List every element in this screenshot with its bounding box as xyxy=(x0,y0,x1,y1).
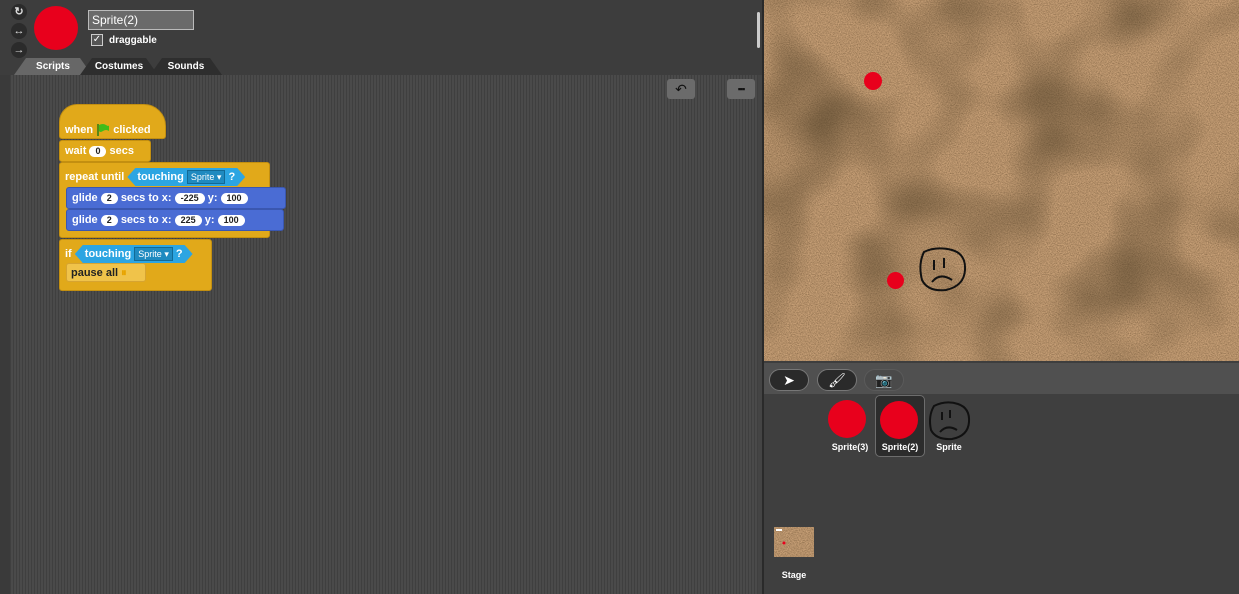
glide-secs-input[interactable]: 2 xyxy=(100,214,118,226)
when-flag-clicked-block[interactable]: when clicked xyxy=(59,104,166,139)
glide-y-input[interactable]: 100 xyxy=(217,214,245,226)
rotate-icon[interactable]: ↻ xyxy=(11,4,27,20)
dropdown-value: Sprite xyxy=(190,172,215,182)
sprite-dropdown[interactable]: Sprite ▾ xyxy=(187,170,226,184)
sprite-thumbnail xyxy=(828,400,866,438)
green-flag-icon xyxy=(97,124,110,136)
block-text: clicked xyxy=(113,123,151,136)
keyboard-icon[interactable]: ▪▪▪ xyxy=(727,79,755,99)
glide-x-input[interactable]: -225 xyxy=(174,192,205,204)
draggable-label: draggable xyxy=(109,35,157,46)
block-text: touching xyxy=(84,247,132,260)
block-text: y: xyxy=(204,214,215,226)
block-text: secs to x: xyxy=(120,192,172,204)
glide-x-input[interactable]: 225 xyxy=(174,214,202,226)
sprite-thumbnail xyxy=(880,401,918,439)
wait-secs-input[interactable]: 0 xyxy=(89,145,107,157)
draggable-checkbox[interactable]: ✓ xyxy=(91,34,103,46)
stage-backdrop xyxy=(764,0,1239,361)
block-text: touching xyxy=(137,170,184,183)
glide-block-1[interactable]: glide 2 secs to x: -225 y: 100 xyxy=(66,187,286,209)
block-text: glide xyxy=(72,214,98,226)
sprite-dropdown[interactable]: Sprite ▾ xyxy=(134,247,173,261)
block-text: secs xyxy=(109,145,135,157)
glide-secs-input[interactable]: 2 xyxy=(100,192,118,204)
block-text: secs to x: xyxy=(120,214,172,226)
sprite-thumbnail xyxy=(34,6,78,50)
sprite-label: Sprite xyxy=(936,442,962,452)
sprite-red-dot-3[interactable] xyxy=(864,72,882,90)
palette-edge xyxy=(0,75,10,594)
wait-block[interactable]: wait 0 secs xyxy=(59,140,151,162)
glide-block-2[interactable]: glide 2 secs to x: 225 y: 100 xyxy=(66,209,284,231)
dropdown-value: Sprite xyxy=(138,249,162,259)
camera-icon: 📷 xyxy=(864,369,904,391)
left-right-icon[interactable]: ↔ xyxy=(11,23,27,39)
tab-sounds[interactable]: Sounds xyxy=(150,58,222,75)
glide-y-input[interactable]: 100 xyxy=(220,192,248,204)
sprite-name-input[interactable] xyxy=(88,10,194,30)
stage-label: Stage xyxy=(781,570,807,580)
header-scrollbar[interactable] xyxy=(757,12,760,48)
no-rotate-icon[interactable]: → xyxy=(11,42,27,58)
touching-sensor[interactable]: touching Sprite ▾ ? xyxy=(127,168,245,186)
block-text: pause all xyxy=(71,267,119,279)
sad-face-sprite-icon[interactable] xyxy=(916,244,968,294)
block-text: ? xyxy=(175,247,183,260)
block-text: repeat until xyxy=(65,170,125,183)
block-text: ? xyxy=(228,170,236,183)
tab-costumes[interactable]: Costumes xyxy=(80,58,158,75)
stage-thumbnail[interactable] xyxy=(774,527,814,557)
tab-scripts[interactable]: Scripts xyxy=(14,58,92,75)
block-text: glide xyxy=(72,192,98,204)
pause-all-block[interactable]: pause all ⏸ xyxy=(66,263,146,282)
sprite-red-dot-2[interactable] xyxy=(887,272,904,289)
block-text: y: xyxy=(207,192,218,204)
block-text: if xyxy=(65,247,72,260)
undo-icon[interactable]: ↶ xyxy=(667,79,695,99)
block-text: wait xyxy=(65,145,87,157)
stage[interactable] xyxy=(764,0,1239,361)
pause-icon: ⏸ xyxy=(121,267,127,279)
stage-thumbnail-image xyxy=(774,527,814,557)
sad-face-icon xyxy=(929,401,971,441)
arrow-icon[interactable]: ➤ xyxy=(769,369,809,391)
touching-sensor[interactable]: touching Sprite ▾ ? xyxy=(75,245,193,263)
paintbrush-icon[interactable]: 🖌 xyxy=(817,369,857,391)
block-text: when xyxy=(65,123,94,136)
